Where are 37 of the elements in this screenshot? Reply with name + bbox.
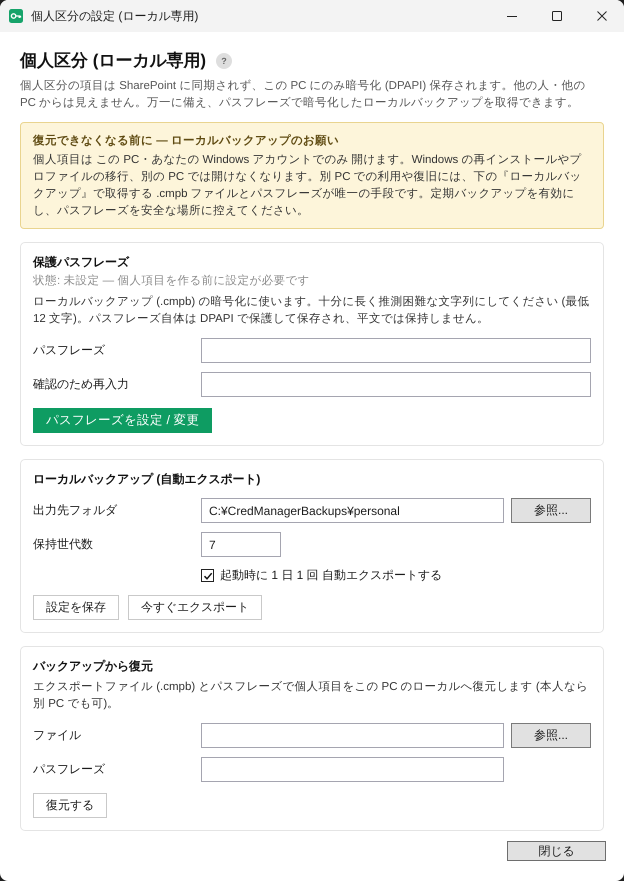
maximize-icon xyxy=(552,11,562,21)
section-description: ローカルバックアップ (.cmpb) の暗号化に使います。十分に長く推測困難な文字列にしてください (最低 12 文字)。パスフレーズ自体は DPAPI で保護して保存され、平文では保持しません。 xyxy=(33,294,590,327)
page-description: 個人区分の項目は SharePoint に同期されず、この PC にのみ暗号化 (DPAPI) 保存されます。他の人・他の PC からは見えません。万一に備え、パスフレーズで暗号化したローカルバックアップを取得できます。 xyxy=(20,78,586,111)
text-field[interactable] xyxy=(201,372,591,397)
text-field[interactable] xyxy=(201,723,504,748)
warning-text: 個人項目は この PC・あなたの Windows アカウントでのみ 開けます。Windows の再インストールやプロファイルの移行、別の PC では開けなくなります。別 PC での利用や復旧には、下の『ローカルバックアップ』で取得する .cmpb ファイルとパスフレーズが唯一の手段です。定期バックアップを有効にし、パスフレーズを安全な場所に控えてください。 xyxy=(33,152,583,219)
section-title: バックアップから復元 xyxy=(33,658,154,675)
checkmark-icon xyxy=(202,570,212,580)
key-icon xyxy=(9,9,23,23)
field-label: 保持世代数 xyxy=(33,536,94,553)
status-text: 状態: 未設定 — 個人項目を作る前に設定が必要です xyxy=(33,274,310,289)
help-button[interactable]: ? xyxy=(216,53,232,69)
text-field[interactable] xyxy=(201,338,591,363)
action-button[interactable]: 復元する xyxy=(33,793,107,818)
browse-button[interactable]: 参照... xyxy=(511,498,591,523)
text-field[interactable]: 7 xyxy=(201,532,281,557)
action-button[interactable]: 今すぐエクスポート xyxy=(128,595,262,620)
section-title: 保護パスフレーズ xyxy=(33,254,130,271)
action-button[interactable]: 設定を保存 xyxy=(33,595,119,620)
window-title: 個人区分の設定 (ローカル専用) xyxy=(31,8,198,24)
page-title: 個人区分 (ローカル専用) xyxy=(20,50,206,72)
text-field[interactable]: C:¥CredManagerBackups¥personal xyxy=(201,498,504,523)
field-label: パスフレーズ xyxy=(33,342,106,359)
field-label: パスフレーズ xyxy=(33,761,106,778)
text-field[interactable] xyxy=(201,757,504,782)
checkbox-label: 起動時に 1 日 1 回 自動エクスポートする xyxy=(220,567,442,584)
action-button[interactable]: パスフレーズを設定 / 変更 xyxy=(33,408,212,433)
close-icon xyxy=(596,11,606,21)
field-label: ファイル xyxy=(33,727,82,744)
dialog-close-button[interactable]: 閉じる xyxy=(507,841,606,861)
field-label: 確認のため再入力 xyxy=(33,376,130,393)
section-description: エクスポートファイル (.cmpb) とパスフレーズで個人項目をこの PC のローカルへ復元します (本人なら別 PC でも可)。 xyxy=(33,680,589,712)
checkbox[interactable] xyxy=(201,569,214,582)
field-label: 出力先フォルダ xyxy=(33,502,118,519)
browse-button[interactable]: 参照... xyxy=(511,723,591,748)
section-title: ローカルバックアップ (自動エクスポート) xyxy=(33,471,262,488)
warning-title: 復元できなくなる前に — ローカルバックアップのお願い xyxy=(33,133,340,149)
